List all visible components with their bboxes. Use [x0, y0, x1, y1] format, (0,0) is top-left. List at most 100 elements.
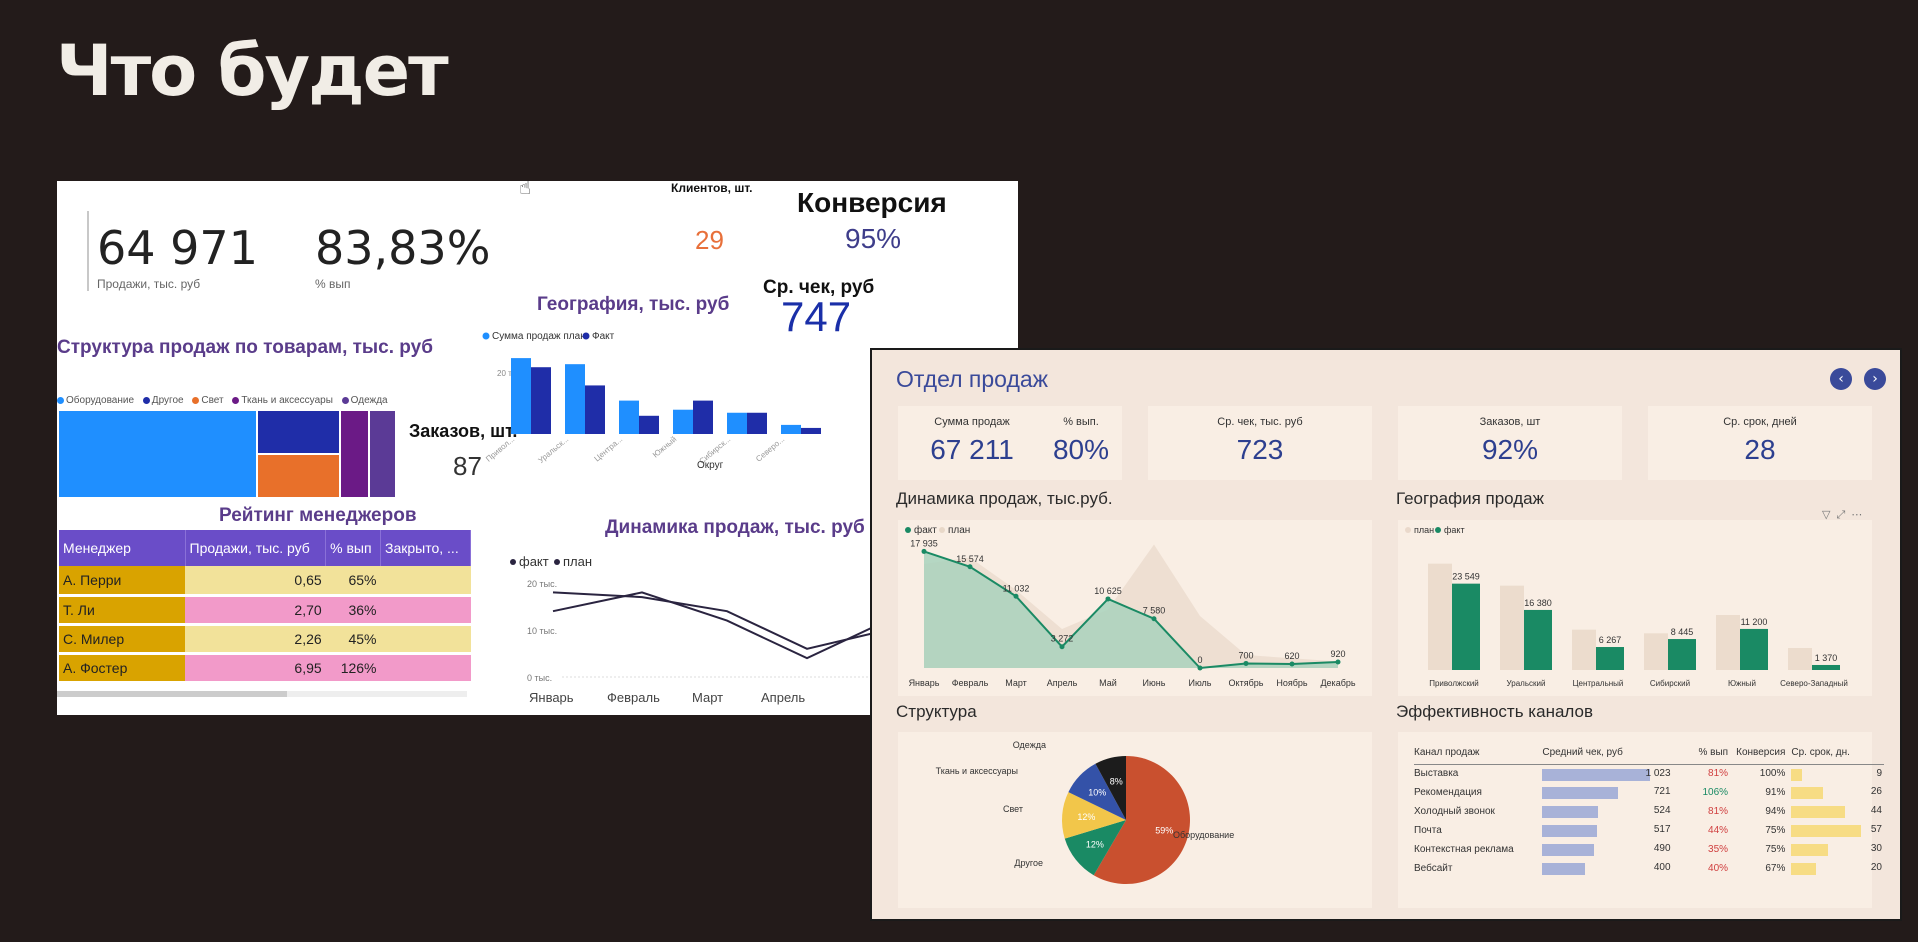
fact-data-label: 6 267 [1599, 635, 1622, 645]
table-row[interactable]: Вебсайт 400 40% 67% 20 [1414, 859, 1884, 878]
geo-tick-label: Центра... [592, 435, 624, 464]
month-label: Февраль [952, 678, 989, 688]
treemap-equipment[interactable] [59, 411, 256, 497]
plan-bar [1572, 629, 1596, 670]
percent-cell: 44% [1708, 825, 1729, 836]
col-closed[interactable]: Закрыто, ... [380, 530, 471, 566]
legend-item: Свет [201, 395, 224, 406]
col-percent[interactable]: % вып [1684, 742, 1729, 765]
geo-bar [781, 424, 801, 434]
col-avg-term[interactable]: Ср. срок, дн. [1785, 742, 1884, 765]
table-row[interactable]: Рекомендация 721 106% 91% 26 [1414, 783, 1884, 802]
fact-data-label: 23 549 [1452, 572, 1480, 582]
plan-bar [1716, 615, 1740, 670]
month-label: Март [1005, 678, 1027, 688]
col-avg-check[interactable]: Средний чек, руб [1542, 742, 1685, 765]
ranking-title: Рейтинг менеджеров [219, 505, 417, 526]
geography-bar-chart: Сумма продаж план Факт 20 тыс. Привол...… [482, 331, 821, 471]
fact-point [1197, 665, 1203, 671]
fact-bar [1596, 647, 1624, 670]
table-row[interactable]: Контекстная реклама 490 35% 75% 30 [1414, 840, 1884, 859]
table-row[interactable]: А. Перри 0,65 65% [59, 566, 471, 597]
fact-data-label: 1 370 [1815, 653, 1838, 663]
dyn2-legend-plan: план [948, 525, 970, 536]
fact-bar [1452, 583, 1480, 670]
geography-section-title: География продаж [1396, 489, 1544, 508]
pie-percent-label: 59% [1155, 825, 1173, 835]
fact-point [967, 564, 973, 570]
avg-term-bar [1791, 844, 1829, 856]
channel-name: Почта [1414, 825, 1442, 836]
table-row[interactable]: Почта 517 44% 75% 57 [1414, 821, 1884, 840]
percent-cell: 81% [1708, 806, 1729, 817]
geo-tick-label: Южный [651, 435, 678, 460]
channel-name: Рекомендация [1414, 787, 1482, 798]
percent-cell: 40% [1708, 863, 1729, 874]
fact-bar [1740, 628, 1768, 670]
plan-bar [1644, 633, 1668, 670]
next-page-button[interactable]: › [1864, 368, 1886, 390]
conversion-cell: 75% [1765, 825, 1786, 836]
avg-term-cell: 20 [1785, 859, 1884, 878]
scrollbar-thumb[interactable] [57, 691, 287, 697]
treemap-clothes[interactable] [370, 411, 395, 497]
table-row[interactable]: Выставка 1 023 81% 100% 9 [1414, 764, 1884, 783]
prev-page-button[interactable]: ‹ [1830, 368, 1852, 390]
avg-check-value: 490 [1653, 843, 1671, 854]
kpi-card-avg-check: Ср. чек, тыс. руб 723 [1148, 406, 1372, 480]
month-label: Июль [1189, 678, 1212, 688]
avg-check-cell: 490 [1542, 840, 1684, 859]
avg-term-value: 30 [1870, 843, 1882, 854]
card-caption: Сумма продаж [934, 416, 1010, 428]
table-row[interactable]: Холодный звонок 524 81% 94% 44 [1414, 802, 1884, 821]
avg-check-bar [1542, 806, 1598, 818]
avg-check-bar [1542, 825, 1597, 837]
category-label: Сибирский [1650, 679, 1690, 688]
structure-section-title: Структура [896, 702, 977, 721]
card-value: 723 [1236, 434, 1284, 465]
fact-point [1059, 644, 1065, 650]
manager-sales: 6,95 [185, 653, 326, 684]
kpi-sales-value: 64 971 [97, 221, 258, 275]
card-value: 92% [1481, 434, 1539, 465]
channel-name: Холодный звонок [1414, 806, 1495, 817]
geo-xlabel: Округ [697, 460, 724, 471]
avg-term-bar [1791, 787, 1824, 799]
col-conversion[interactable]: Конверсия [1728, 742, 1786, 765]
geo-bar [673, 409, 693, 434]
month-label: Декабрь [1320, 678, 1355, 688]
structure-title: Структура продаж по товарам, тыс. руб [57, 337, 433, 358]
kpi-percent-caption: % вып [315, 277, 351, 291]
avg-term-bar [1791, 825, 1862, 837]
table-horizontal-scrollbar[interactable] [57, 691, 467, 697]
treemap-fabric[interactable] [341, 411, 368, 497]
table-row[interactable]: Т. Ли 2,70 36% [59, 595, 471, 626]
geo-bar [531, 367, 551, 434]
avg-check-bar [1542, 863, 1585, 875]
manager-sales: 2,26 [185, 624, 326, 655]
structure-pie-chart: 59% 12% 12% 10% 8% Оборудование Другое Свет Тка… [936, 740, 1234, 884]
pie-category-label: Другое [1014, 858, 1043, 868]
month-label: Октябрь [1229, 678, 1264, 688]
table-row[interactable]: А. Фостер 6,95 126% [59, 653, 471, 684]
col-percent[interactable]: % вып [325, 530, 381, 566]
manager-name: Т. Ли [59, 595, 185, 626]
col-sales[interactable]: Продажи, тыс. руб [185, 530, 327, 566]
dyn-month: Февраль [607, 690, 660, 705]
col-channel[interactable]: Канал продаж [1414, 742, 1543, 765]
conversion-label: Конверсия [797, 187, 947, 218]
dyn-tick-0: 0 тыс. [527, 673, 552, 683]
treemap-light[interactable] [258, 455, 339, 497]
fact-point [1243, 660, 1249, 666]
manager-percent: 126% [325, 653, 381, 684]
channel-name: Выставка [1414, 768, 1459, 780]
geo-tick-label: Северо... [754, 435, 786, 464]
legend-item: Другое [151, 395, 184, 406]
avg-check-value: 1 023 [1645, 767, 1671, 779]
geo-bar [565, 364, 585, 434]
col-manager[interactable]: Менеджер [59, 530, 186, 566]
treemap-other[interactable] [258, 411, 339, 453]
pie-percent-label: 8% [1110, 777, 1123, 787]
fact-data-label: 7 580 [1143, 606, 1166, 616]
table-row[interactable]: С. Милер 2,26 45% [59, 624, 471, 655]
